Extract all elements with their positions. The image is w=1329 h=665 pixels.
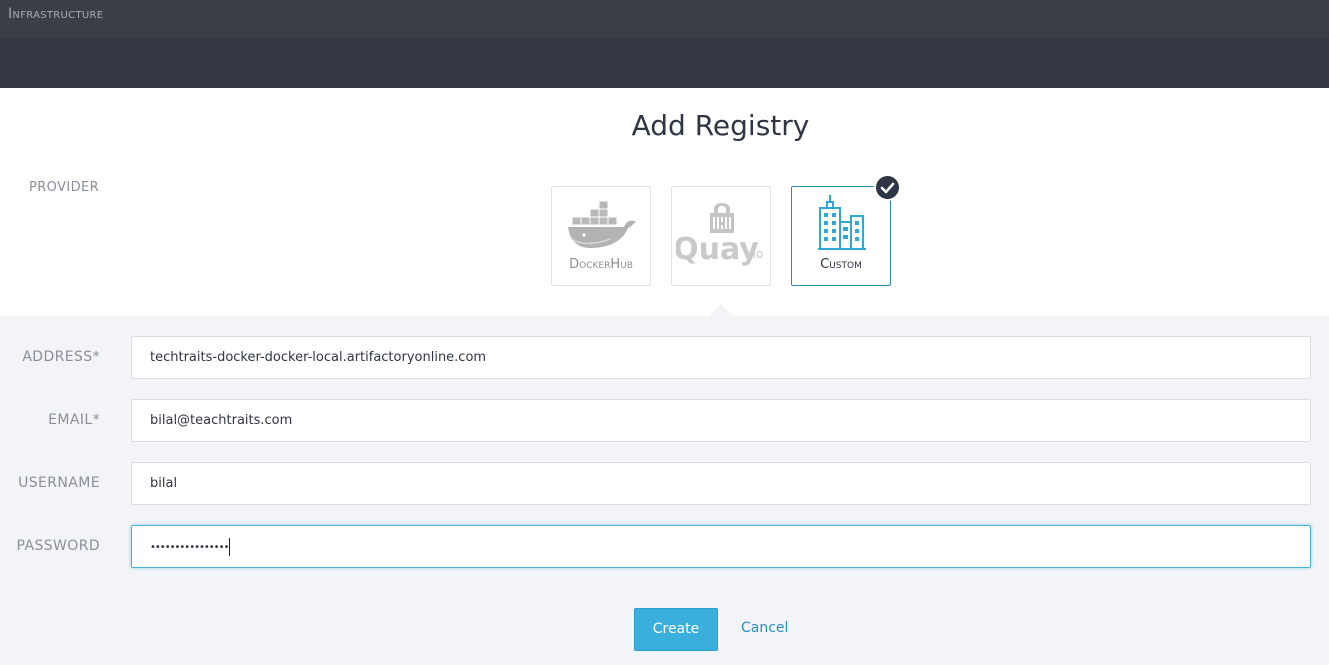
text-caret [229,537,231,556]
password-value: •••••••••••••••• [150,542,229,553]
address-value: techtraits-docker-docker-local.artifacto… [150,350,487,365]
username-value: bilal [150,476,178,491]
address-label: ADDRESS* [22,349,100,365]
email-input[interactable]: bilal@teachtraits.com [131,399,1311,442]
selected-check-icon [874,174,901,201]
docker-whale-icon [568,200,636,248]
sub-header [0,38,1329,88]
svg-text:.io: .io [749,247,764,261]
password-input[interactable]: •••••••••••••••• [131,525,1311,568]
quay-logo-icon: Quay .io [676,203,764,267]
provider-tile-quay[interactable]: Quay .io [671,186,771,286]
provider-label: PROVIDER [29,180,100,195]
provider-tile-custom[interactable]: Custom [791,186,891,286]
buildings-icon [818,195,866,250]
provider-label-custom: Custom [820,257,862,272]
provider-tile-dockerhub[interactable]: DockerHub [551,186,651,286]
address-input[interactable]: techtraits-docker-docker-local.artifacto… [131,336,1311,379]
page-title: Add Registry [631,109,810,142]
app-title: Infrastructure [8,6,104,22]
username-label: USERNAME [18,475,100,491]
cancel-link[interactable]: Cancel [741,620,788,636]
password-label: PASSWORD [16,538,100,554]
selection-pointer [709,304,733,316]
provider-label-dockerhub: DockerHub [569,257,633,272]
email-value: bilal@teachtraits.com [150,413,293,428]
top-bar: Infrastructure [0,0,1329,38]
username-input[interactable]: bilal [131,462,1311,505]
email-label: EMAIL* [48,412,100,428]
svg-text:Quay: Quay [676,232,759,267]
create-button[interactable]: Create [634,608,718,651]
